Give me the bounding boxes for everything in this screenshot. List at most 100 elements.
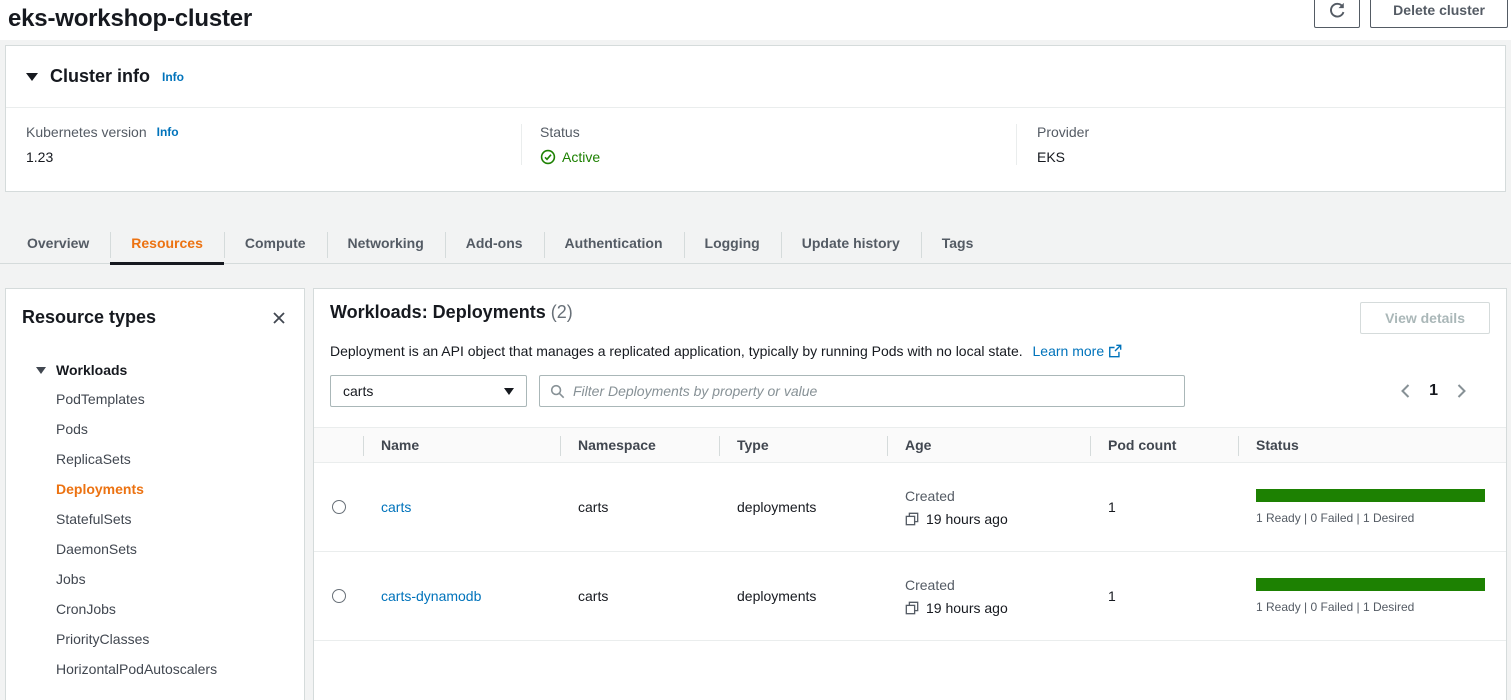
panel-count: (2) (551, 302, 573, 322)
tree-item[interactable]: DaemonSets (22, 534, 288, 564)
cluster-info-title: Cluster info (50, 66, 150, 87)
kubernetes-version-value: 1.23 (26, 149, 501, 165)
tree-item[interactable]: StatefulSets (22, 504, 288, 534)
tab[interactable]: Networking (327, 225, 445, 263)
cluster-info-info-link[interactable]: Info (162, 70, 184, 84)
tab[interactable]: Resources (110, 225, 224, 263)
tab-label: Overview (27, 235, 89, 251)
header-actions: Delete cluster (1314, 0, 1508, 28)
tree-group-workloads[interactable]: Workloads (22, 356, 288, 384)
type-cell: deployments (719, 588, 887, 604)
tree-item[interactable]: PriorityClasses (22, 624, 288, 654)
cluster-info-header: Cluster info Info (6, 46, 1505, 108)
filter-dropdown-value: carts (343, 383, 373, 399)
status-progress-bar (1256, 489, 1485, 502)
age-cell: Created 19 hours ago (887, 577, 1090, 616)
resource-tree: Workloads PodTemplates Pods ReplicaSets … (22, 356, 288, 684)
column-header-age: Age (887, 428, 1090, 462)
cluster-tabs: Overview Resources Compute Networking Ad… (0, 225, 1511, 264)
tree-group-label: Workloads (56, 362, 127, 378)
table-row: carts carts deployments Created 19 hours… (314, 463, 1506, 552)
copy-icon (905, 512, 919, 526)
search-input[interactable] (573, 383, 1174, 399)
table-header: Name Namespace Type Age Pod count Status (314, 427, 1506, 463)
filter-dropdown[interactable]: carts (330, 375, 527, 407)
caret-down-icon (36, 367, 46, 374)
view-details-button[interactable]: View details (1360, 302, 1490, 334)
workloads-panel: Workloads: Deployments (2) View details … (313, 288, 1507, 700)
age-value: 19 hours ago (926, 511, 1008, 527)
next-page-icon[interactable] (1457, 384, 1466, 398)
status-text: 1 Ready | 0 Failed | 1 Desired (1256, 511, 1485, 525)
previous-page-icon[interactable] (1401, 384, 1410, 398)
column-header-status: Status (1238, 428, 1506, 462)
tab[interactable]: Authentication (544, 225, 684, 263)
tab[interactable]: Add-ons (445, 225, 544, 263)
row-radio-button[interactable] (332, 500, 346, 514)
status-cell: 1 Ready | 0 Failed | 1 Desired (1238, 489, 1506, 525)
resource-types-title: Resource types (22, 307, 156, 328)
tab-label: Resources (131, 235, 203, 251)
namespace-cell: carts (560, 499, 719, 515)
tree-item[interactable]: Deployments (22, 474, 288, 504)
resource-types-sidebar: Resource types Workloads PodTemplates Po… (5, 288, 305, 700)
status-label: Status (540, 124, 996, 140)
deployments-table: Name Namespace Type Age Pod count Status… (314, 427, 1506, 641)
tab[interactable]: Logging (684, 225, 781, 263)
status-check-icon (540, 149, 556, 165)
chevron-down-icon (504, 388, 514, 395)
status-field: Status Active (521, 124, 1016, 165)
pod-count-cell: 1 (1090, 499, 1238, 515)
tree-item[interactable]: Pods (22, 414, 288, 444)
table-body: carts carts deployments Created 19 hours… (314, 463, 1506, 641)
tree-item[interactable]: Jobs (22, 564, 288, 594)
collapse-caret-icon[interactable] (26, 73, 38, 81)
status-value: Active (562, 149, 600, 165)
tab-label: Authentication (565, 235, 663, 251)
tree-item[interactable]: PodTemplates (22, 384, 288, 414)
cluster-info-body: Kubernetes version Info 1.23 Status Acti… (6, 108, 1505, 191)
select-all-column (314, 428, 363, 462)
kubernetes-version-label: Kubernetes version (26, 124, 147, 140)
tab-label: Add-ons (466, 235, 523, 251)
namespace-cell: carts (560, 588, 719, 604)
column-header-namespace: Namespace (560, 428, 719, 462)
pagination: 1 (1401, 382, 1490, 400)
panel-description: Deployment is an API object that manages… (330, 343, 1490, 361)
provider-label: Provider (1037, 124, 1485, 140)
delete-cluster-button[interactable]: Delete cluster (1370, 0, 1508, 28)
learn-more-link[interactable]: Learn more (1033, 343, 1123, 359)
pod-count-cell: 1 (1090, 588, 1238, 604)
description-text: Deployment is an API object that manages… (330, 343, 1023, 359)
tab-label: Networking (348, 235, 424, 251)
external-link-icon (1108, 344, 1122, 361)
tab[interactable]: Compute (224, 225, 327, 263)
panel-title: Workloads: Deployments (2) (330, 302, 573, 323)
status-cell: 1 Ready | 0 Failed | 1 Desired (1238, 578, 1506, 614)
row-radio-button[interactable] (332, 589, 346, 603)
age-created-label: Created (905, 488, 1090, 504)
tree-item[interactable]: HorizontalPodAutoscalers (22, 654, 288, 684)
provider-field: Provider EKS (1016, 124, 1505, 165)
current-page[interactable]: 1 (1429, 382, 1438, 400)
tab[interactable]: Update history (781, 225, 921, 263)
type-cell: deployments (719, 499, 887, 515)
tree-item[interactable]: ReplicaSets (22, 444, 288, 474)
kubernetes-version-info-link[interactable]: Info (157, 125, 179, 139)
tab[interactable]: Overview (6, 225, 110, 263)
search-box (539, 375, 1185, 407)
panel-title-text: Workloads: Deployments (330, 302, 546, 322)
refresh-button[interactable] (1314, 0, 1360, 28)
copy-icon (905, 601, 919, 615)
column-header-type: Type (719, 428, 887, 462)
tree-item[interactable]: CronJobs (22, 594, 288, 624)
age-value: 19 hours ago (926, 600, 1008, 616)
close-icon[interactable] (270, 309, 288, 327)
deployment-name-link[interactable]: carts (381, 499, 411, 515)
tab-label: Tags (942, 235, 974, 251)
deployment-name-link[interactable]: carts-dynamodb (381, 588, 481, 604)
page-header: eks-workshop-cluster Delete cluster (0, 0, 1511, 40)
tab[interactable]: Tags (921, 225, 995, 263)
status-progress-bar (1256, 578, 1485, 591)
status-text: 1 Ready | 0 Failed | 1 Desired (1256, 600, 1485, 614)
